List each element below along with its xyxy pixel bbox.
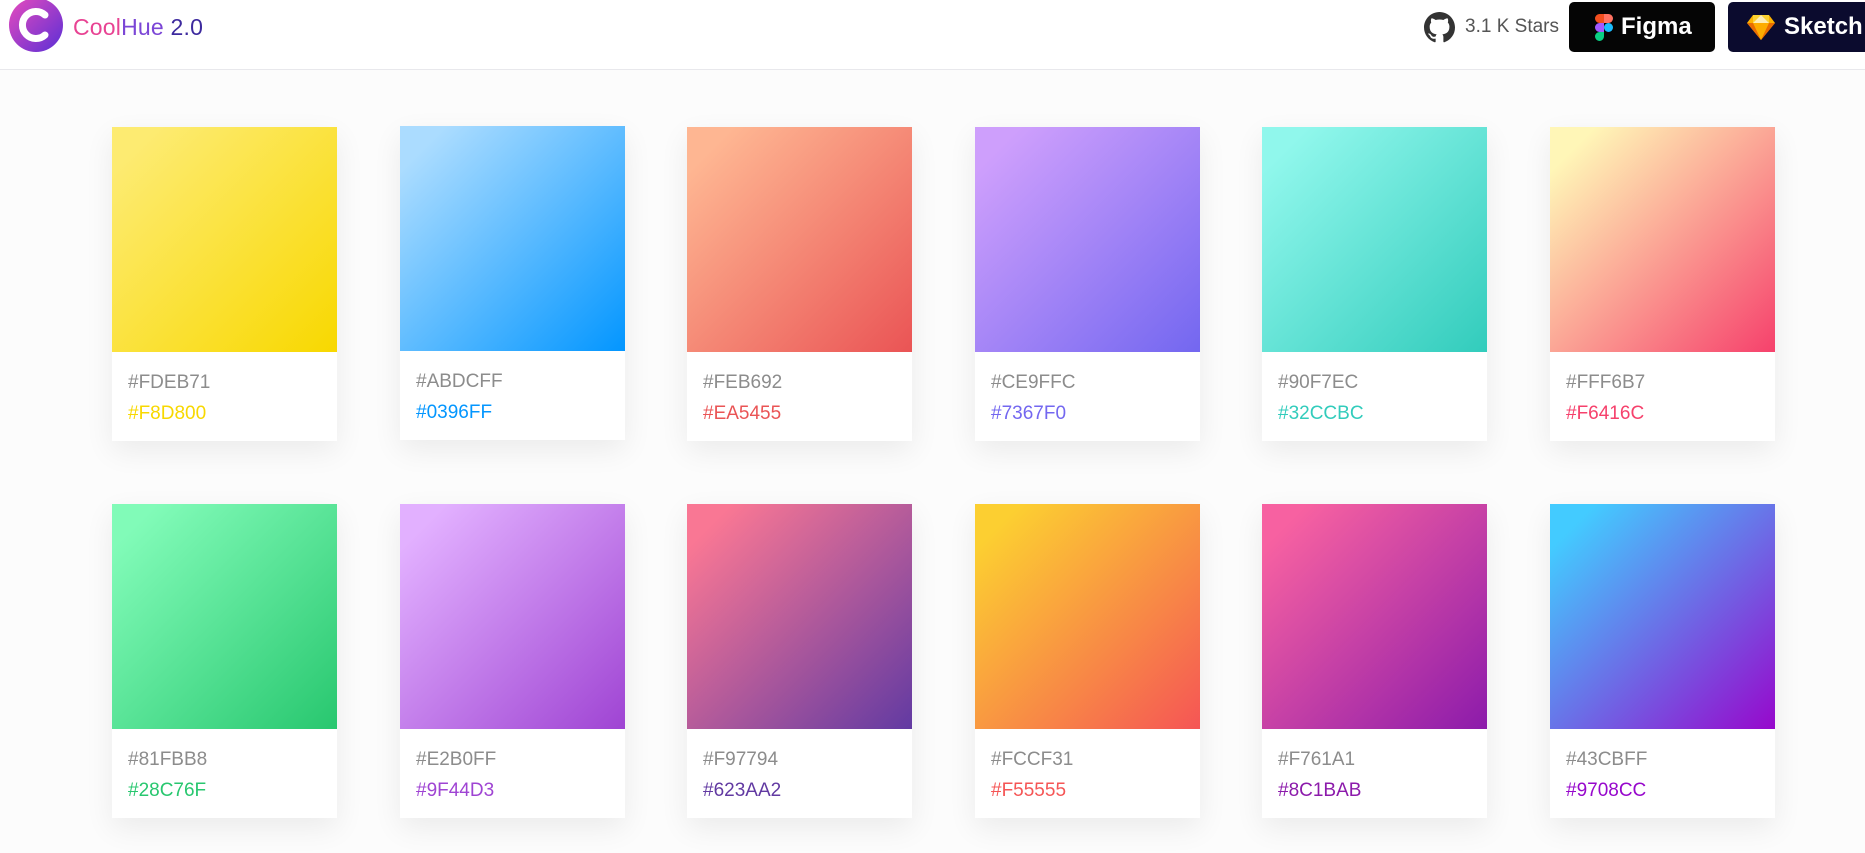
- gradient-end-code: #8C1BAB: [1278, 780, 1362, 801]
- gradient-swatch[interactable]: [1262, 504, 1487, 729]
- gradient-start-code: #FFF6B7: [1566, 372, 1646, 393]
- gradient-start-code: #CE9FFC: [991, 372, 1076, 393]
- github-stars-link[interactable]: 3.1 K Stars: [1424, 11, 1559, 43]
- gradient-swatch[interactable]: [400, 504, 625, 729]
- sketch-icon: [1747, 14, 1775, 40]
- gradient-card[interactable]: #81FBB8 #28C76F: [112, 504, 337, 818]
- gradient-start-code: #81FBB8: [128, 749, 208, 770]
- gradient-swatch[interactable]: [1550, 127, 1775, 352]
- brand-title[interactable]: CoolHue 2.0: [73, 12, 203, 42]
- gradient-card[interactable]: #FEB692 #EA5455: [687, 127, 912, 441]
- gradient-start-code: #FDEB71: [128, 372, 211, 393]
- brand-title-hue: Hue: [121, 14, 164, 40]
- gradient-swatch[interactable]: [975, 127, 1200, 352]
- gradient-start-code: #90F7EC: [1278, 372, 1359, 393]
- gradient-swatch[interactable]: [687, 127, 912, 352]
- gradient-end-code: #32CCBC: [1278, 403, 1364, 424]
- gradient-card[interactable]: #F97794 #623AA2: [687, 504, 912, 818]
- gradient-swatch[interactable]: [975, 504, 1200, 729]
- gradient-end-code: #28C76F: [128, 780, 207, 801]
- gradient-start-code: #F97794: [703, 749, 779, 770]
- gradient-card[interactable]: #F761A1 #8C1BAB: [1262, 504, 1487, 818]
- gradient-end-code: #F8D800: [128, 403, 207, 424]
- gradient-start-code: #ABDCFF: [416, 371, 503, 392]
- gradient-end-code: #F6416C: [1566, 403, 1645, 424]
- gradient-start-code: #FEB692: [703, 372, 783, 393]
- gradient-start-code: #43CBFF: [1566, 749, 1648, 770]
- sketch-button[interactable]: Sketch: [1728, 2, 1865, 52]
- gradient-end-code: #0396FF: [416, 402, 493, 423]
- gradient-end-code: #7367F0: [991, 403, 1067, 424]
- gradient-swatch[interactable]: [1550, 504, 1775, 729]
- gradient-start-code: #F761A1: [1278, 749, 1356, 770]
- coolhue-logo-icon[interactable]: [6, 0, 66, 56]
- gradient-swatch[interactable]: [687, 504, 912, 729]
- gradient-card[interactable]: #FCCF31 #F55555: [975, 504, 1200, 818]
- top-header: CoolHue 2.0 3.1 K Stars Figma Sketch: [0, 0, 1865, 70]
- figma-button[interactable]: Figma: [1569, 2, 1715, 52]
- gradient-card[interactable]: #FDEB71 #F8D800: [112, 127, 337, 441]
- gradient-card[interactable]: #CE9FFC #7367F0: [975, 127, 1200, 441]
- gradient-start-code: #FCCF31: [991, 749, 1074, 770]
- gradient-swatch[interactable]: [112, 127, 337, 352]
- gradient-swatch[interactable]: [1262, 127, 1487, 352]
- sketch-button-label: Sketch: [1784, 13, 1863, 40]
- gradient-card[interactable]: #FFF6B7 #F6416C: [1550, 127, 1775, 441]
- figma-button-label: Figma: [1621, 13, 1692, 40]
- gradient-card[interactable]: #ABDCFF #0396FF: [400, 126, 625, 440]
- gradient-card[interactable]: #43CBFF #9708CC: [1550, 504, 1775, 818]
- brand-title-version: 2.0: [163, 14, 204, 40]
- brand-title-cool: Cool: [73, 14, 122, 40]
- gradient-start-code: #E2B0FF: [416, 749, 497, 770]
- gradient-swatch[interactable]: [400, 126, 625, 351]
- gradient-end-code: #F55555: [991, 780, 1067, 801]
- gradient-end-code: #9708CC: [1566, 780, 1647, 801]
- gradient-card[interactable]: #E2B0FF #9F44D3: [400, 504, 625, 818]
- gradient-card[interactable]: #90F7EC #32CCBC: [1262, 127, 1487, 441]
- gradient-end-code: #623AA2: [703, 780, 782, 801]
- github-icon: [1424, 11, 1455, 42]
- gradient-swatch[interactable]: [112, 504, 337, 729]
- github-stars-count: 3.1 K Stars: [1465, 16, 1559, 37]
- gradient-end-code: #EA5455: [703, 403, 782, 424]
- figma-icon: [1595, 13, 1613, 41]
- gradient-end-code: #9F44D3: [416, 780, 495, 801]
